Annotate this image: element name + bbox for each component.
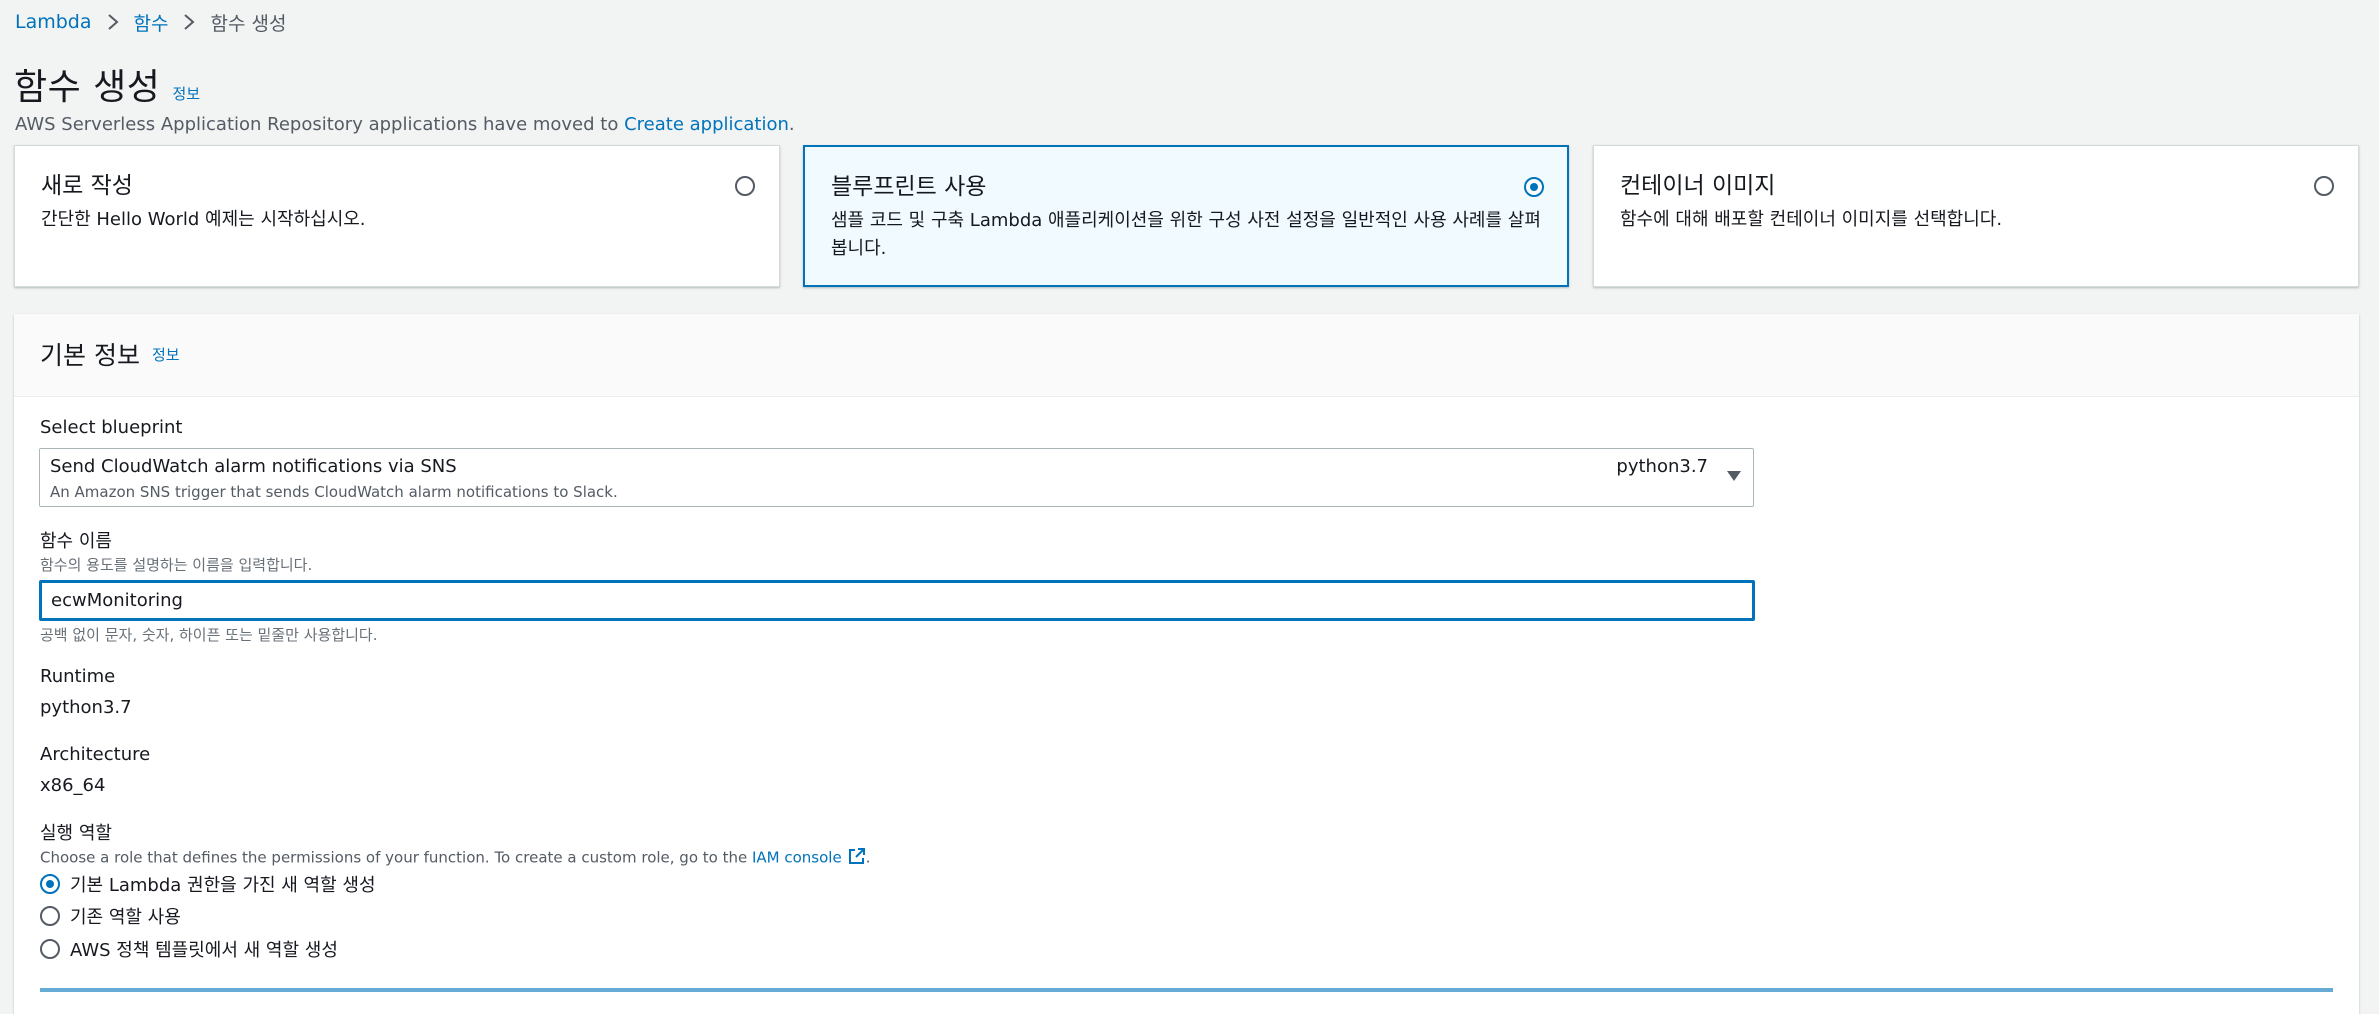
breadcrumb-functions[interactable]: 함수 xyxy=(134,9,169,36)
architecture-label: Architecture xyxy=(40,744,151,765)
notice-end: . xyxy=(788,114,795,135)
function-name-description: 함수의 용도를 설명하는 이름을 입력합니다. xyxy=(40,556,313,574)
option-container-image[interactable]: 컨테이너 이미지 함수에 대해 배포할 컨테이너 이미지를 선택합니다. xyxy=(1593,145,2359,287)
role-option-new-basic[interactable]: 기본 Lambda 권한을 가진 새 역할 생성 xyxy=(40,872,376,896)
runtime-label: Runtime xyxy=(40,666,116,687)
role-option-existing[interactable]: 기존 역할 사용 xyxy=(40,904,181,928)
function-name-hint: 공백 없이 문자, 숫자, 하이픈 또는 밑줄만 사용합니다. xyxy=(40,626,378,644)
panel-title: 기본 정보 xyxy=(40,341,140,370)
create-application-link[interactable]: Create application xyxy=(624,114,789,135)
breadcrumb-lambda[interactable]: Lambda xyxy=(15,11,92,33)
execution-role-description: Choose a role that defines the permissio… xyxy=(40,847,870,869)
option-title: 컨테이너 이미지 xyxy=(1620,173,1776,199)
notice-message: AWS Serverless Application Repository ap… xyxy=(15,114,625,135)
role-option-policy-template[interactable]: AWS 정책 템플릿에서 새 역할 생성 xyxy=(40,937,338,961)
basic-info-panel: 기본 정보 정보 Select blueprint Send CloudWatc… xyxy=(14,314,2359,1014)
option-title: 새로 작성 xyxy=(41,173,133,199)
radio-button[interactable] xyxy=(40,939,60,959)
external-link-icon xyxy=(848,847,866,869)
blueprint-runtime-tag: python3.7 xyxy=(1616,456,1708,477)
info-link[interactable]: 정보 xyxy=(152,344,180,365)
role-option-label: AWS 정책 템플릿에서 새 역할 생성 xyxy=(70,940,338,961)
caret-down-icon xyxy=(1727,471,1741,481)
option-title: 블루프린트 사용 xyxy=(831,174,987,200)
role-desc-end: . xyxy=(865,848,871,867)
option-radio[interactable] xyxy=(735,176,755,196)
execution-role-label: 실행 역할 xyxy=(40,823,112,844)
option-use-blueprint[interactable]: 블루프린트 사용 샘플 코드 및 구축 Lambda 애플리케이션을 위한 구성… xyxy=(803,145,1569,287)
blueprint-title: Send CloudWatch alarm notifications via … xyxy=(50,456,457,477)
info-link[interactable]: 정보 xyxy=(172,83,200,104)
blueprint-select[interactable]: Send CloudWatch alarm notifications via … xyxy=(39,448,1754,507)
option-author-from-scratch[interactable]: 새로 작성 간단한 Hello World 예제는 시작하십시오. xyxy=(14,145,780,287)
role-option-label: 기존 역할 사용 xyxy=(70,907,181,928)
runtime-value: python3.7 xyxy=(40,697,132,718)
radio-button[interactable] xyxy=(40,874,60,894)
breadcrumb-current: 함수 생성 xyxy=(210,12,287,35)
role-desc-text: Choose a role that defines the permissio… xyxy=(40,848,752,867)
option-radio[interactable] xyxy=(1524,177,1544,197)
expandable-section-border xyxy=(40,988,2333,992)
blueprint-label: Select blueprint xyxy=(40,417,183,438)
iam-console-link[interactable]: IAM console xyxy=(752,849,842,867)
option-description: 샘플 코드 및 구축 Lambda 애플리케이션을 위한 구성 사전 설정을 일… xyxy=(831,210,1541,259)
function-name-input[interactable] xyxy=(39,580,1755,621)
option-radio[interactable] xyxy=(2314,176,2334,196)
option-description: 함수에 대해 배포할 컨테이너 이미지를 선택합니다. xyxy=(1620,209,2003,230)
architecture-value: x86_64 xyxy=(40,775,106,796)
blueprint-description: An Amazon SNS trigger that sends CloudWa… xyxy=(50,483,618,501)
chevron-right-icon xyxy=(176,10,202,34)
breadcrumb: Lambda 함수 함수 생성 xyxy=(15,9,287,36)
role-option-label: 기본 Lambda 권한을 가진 새 역할 생성 xyxy=(70,875,376,896)
page-title: 함수 생성 xyxy=(14,67,161,108)
option-description: 간단한 Hello World 예제는 시작하십시오. xyxy=(41,209,366,230)
radio-button[interactable] xyxy=(40,906,60,926)
page-header: 함수 생성 정보 xyxy=(14,58,200,110)
chevron-right-icon xyxy=(100,10,126,34)
function-name-label: 함수 이름 xyxy=(40,531,112,552)
notice-text: AWS Serverless Application Repository ap… xyxy=(15,114,795,135)
panel-header: 기본 정보 정보 xyxy=(14,314,2359,397)
